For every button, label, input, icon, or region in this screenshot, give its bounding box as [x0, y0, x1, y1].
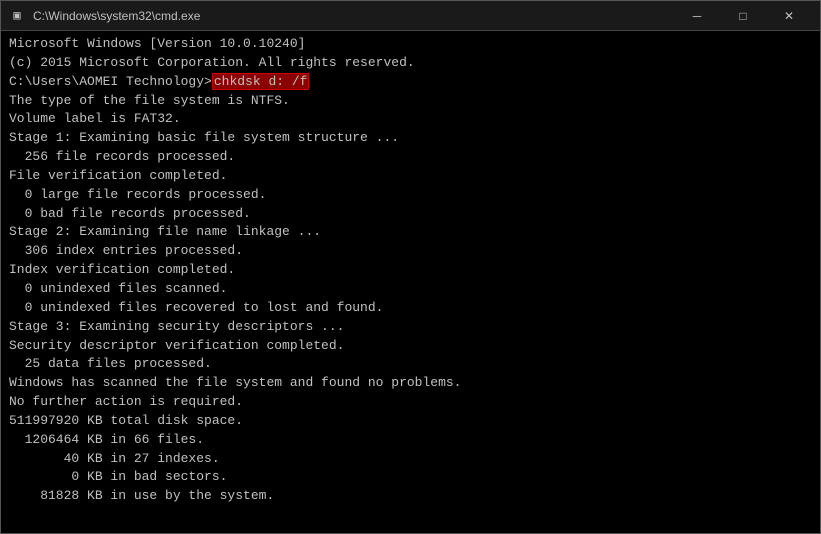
window-controls: ─ □ ✕ — [674, 1, 812, 31]
terminal-line: The type of the file system is NTFS. — [9, 92, 812, 111]
terminal-line: File verification completed. — [9, 167, 812, 186]
title-bar: ▣ C:\Windows\system32\cmd.exe ─ □ ✕ — [1, 1, 820, 31]
cmd-icon: ▣ — [9, 8, 25, 24]
terminal-line: 0 large file records processed. — [9, 186, 812, 205]
window-title: C:\Windows\system32\cmd.exe — [33, 9, 674, 23]
terminal-line: 1206464 KB in 66 files. — [9, 431, 812, 450]
minimize-button[interactable]: ─ — [674, 1, 720, 31]
terminal-line: No further action is required. — [9, 393, 812, 412]
terminal-line: Stage 3: Examining security descriptors … — [9, 318, 812, 337]
cmd-window: ▣ C:\Windows\system32\cmd.exe ─ □ ✕ Micr… — [0, 0, 821, 534]
terminal-line: 511997920 KB total disk space. — [9, 412, 812, 431]
close-button[interactable]: ✕ — [766, 1, 812, 31]
terminal-line: Security descriptor verification complet… — [9, 337, 812, 356]
terminal-content: Microsoft Windows [Version 10.0.10240](c… — [1, 31, 820, 533]
terminal-line: Windows has scanned the file system and … — [9, 374, 812, 393]
terminal-line: Microsoft Windows [Version 10.0.10240] — [9, 35, 812, 54]
terminal-line: 256 file records processed. — [9, 148, 812, 167]
terminal-line: 81828 KB in use by the system. — [9, 487, 812, 506]
terminal-line: C:\Users\AOMEI Technology>chkdsk d: /f — [9, 73, 812, 92]
terminal-line: Volume label is FAT32. — [9, 110, 812, 129]
terminal-line: 0 bad file records processed. — [9, 205, 812, 224]
terminal-line: 25 data files processed. — [9, 355, 812, 374]
terminal-line: Stage 1: Examining basic file system str… — [9, 129, 812, 148]
maximize-button[interactable]: □ — [720, 1, 766, 31]
command-highlight: chkdsk d: /f — [212, 73, 310, 90]
terminal-line: 0 unindexed files scanned. — [9, 280, 812, 299]
terminal-line: Stage 2: Examining file name linkage ... — [9, 223, 812, 242]
terminal-line: 40 KB in 27 indexes. — [9, 450, 812, 469]
terminal-line: 306 index entries processed. — [9, 242, 812, 261]
terminal-line: (c) 2015 Microsoft Corporation. All righ… — [9, 54, 812, 73]
terminal-line: 0 unindexed files recovered to lost and … — [9, 299, 812, 318]
terminal-line: 0 KB in bad sectors. — [9, 468, 812, 487]
terminal-line: Index verification completed. — [9, 261, 812, 280]
